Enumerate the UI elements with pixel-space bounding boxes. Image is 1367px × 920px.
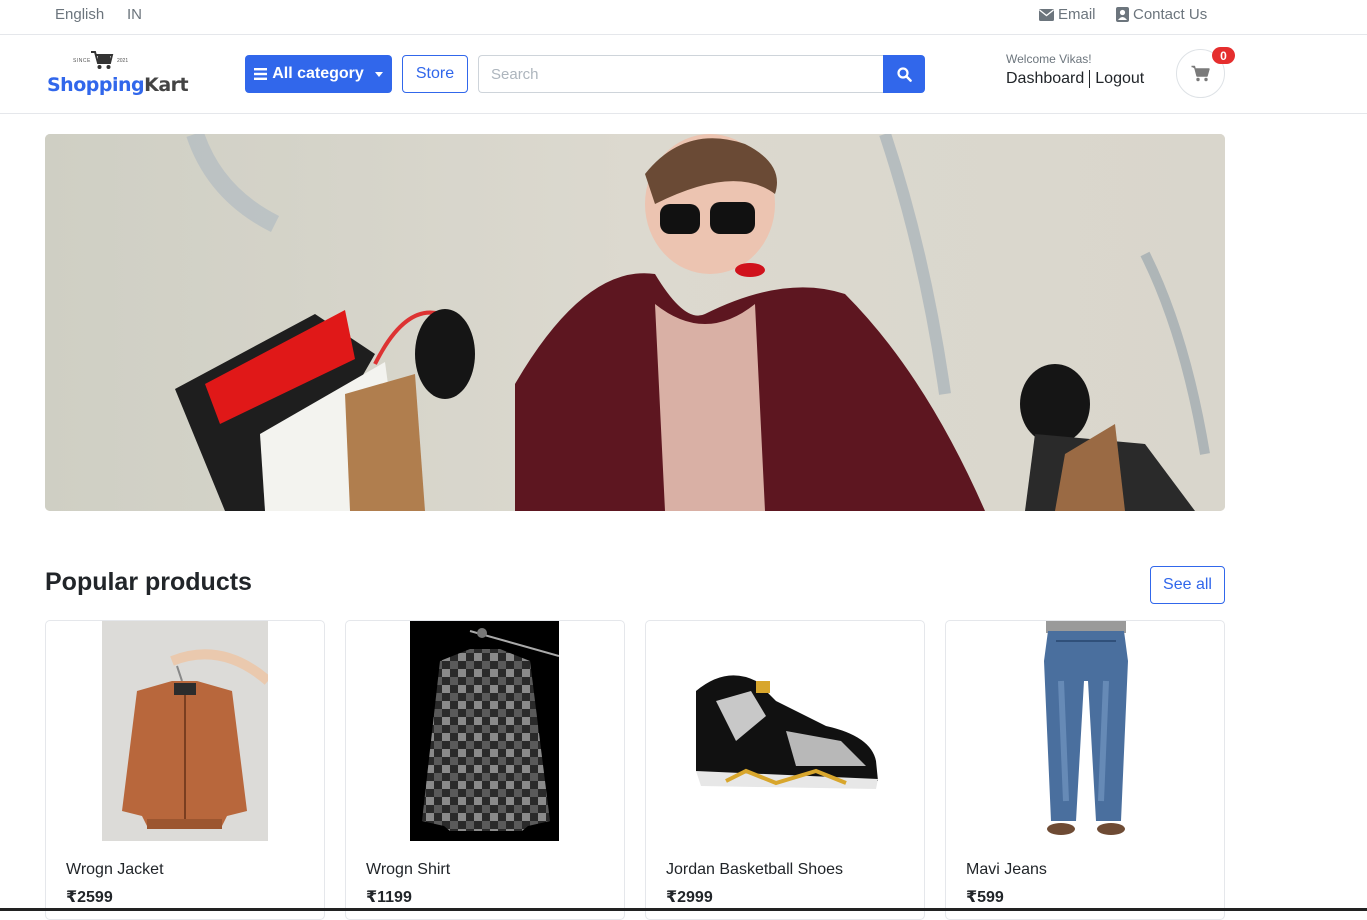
product-title[interactable]: Jordan Basketball Shoes: [666, 861, 843, 879]
product-card[interactable]: Wrogn Jacket ₹2599: [45, 620, 325, 920]
user-links: Dashboard Logout: [1006, 70, 1144, 88]
jacket-image: [102, 621, 268, 841]
see-all-button[interactable]: See all: [1150, 566, 1225, 604]
region-selector[interactable]: IN: [127, 6, 142, 23]
search-input[interactable]: [478, 55, 884, 93]
logo-since-text: SINCE: [73, 58, 91, 64]
bars-icon: [254, 68, 268, 80]
welcome-text: Welcome Vikas!: [1006, 52, 1092, 66]
logo-brand-text: ShoppingKart: [47, 74, 189, 96]
top-bar: English IN Email Contact Us: [0, 0, 1367, 35]
product-title[interactable]: Mavi Jeans: [966, 861, 1047, 879]
logo-year-text: 2021: [117, 58, 129, 64]
all-category-button[interactable]: All category: [245, 55, 392, 93]
cart-count-badge: 0: [1212, 47, 1235, 64]
section-title: Popular products: [45, 568, 252, 596]
product-card[interactable]: Jordan Basketball Shoes ₹2999: [645, 620, 925, 920]
envelope-icon: [1039, 8, 1054, 21]
product-image: [666, 621, 906, 841]
shopping-cart-icon: [1191, 65, 1210, 82]
product-card[interactable]: Wrogn Shirt ₹1199: [345, 620, 625, 920]
logo-brand-part2: Kart: [144, 74, 189, 96]
product-price: ₹1199: [366, 889, 412, 906]
product-price: ₹2999: [666, 889, 713, 906]
product-image: [1006, 621, 1166, 841]
product-title[interactable]: Wrogn Shirt: [366, 861, 450, 879]
email-link[interactable]: Email: [1039, 6, 1096, 23]
product-price: ₹599: [966, 889, 1004, 906]
jeans-image: [1006, 621, 1166, 841]
product-card[interactable]: Mavi Jeans ₹599: [945, 620, 1225, 920]
logo-brand-part1: Shopping: [47, 74, 145, 96]
shirt-image: [410, 621, 559, 841]
product-title[interactable]: Wrogn Jacket: [66, 861, 164, 879]
search-button[interactable]: [883, 55, 925, 93]
product-image: [102, 621, 268, 841]
contact-us-link[interactable]: Contact Us: [1116, 6, 1207, 23]
shoppingkart-logo[interactable]: SINCE 2021 ShoppingKart: [47, 49, 189, 99]
product-image: [410, 621, 559, 841]
logout-link[interactable]: Logout: [1095, 70, 1144, 88]
language-selector[interactable]: English: [55, 6, 104, 23]
logo-cart-icon: [91, 51, 114, 69]
hero-banner[interactable]: [45, 134, 1225, 511]
product-price: ₹2599: [66, 889, 113, 906]
contact-card-icon: [1116, 7, 1129, 22]
divider: [1089, 70, 1091, 88]
store-button[interactable]: Store: [402, 55, 468, 93]
search-icon: [896, 66, 912, 82]
all-category-label: All category: [272, 65, 364, 82]
sneaker-image: [666, 621, 906, 841]
email-label: Email: [1058, 6, 1096, 23]
contact-label: Contact Us: [1133, 6, 1208, 23]
caret-down-icon: [374, 71, 383, 77]
main-header: SINCE 2021 ShoppingKart All category Sto…: [0, 35, 1367, 114]
dashboard-link[interactable]: Dashboard: [1006, 70, 1084, 88]
hero-image: [45, 134, 1225, 511]
